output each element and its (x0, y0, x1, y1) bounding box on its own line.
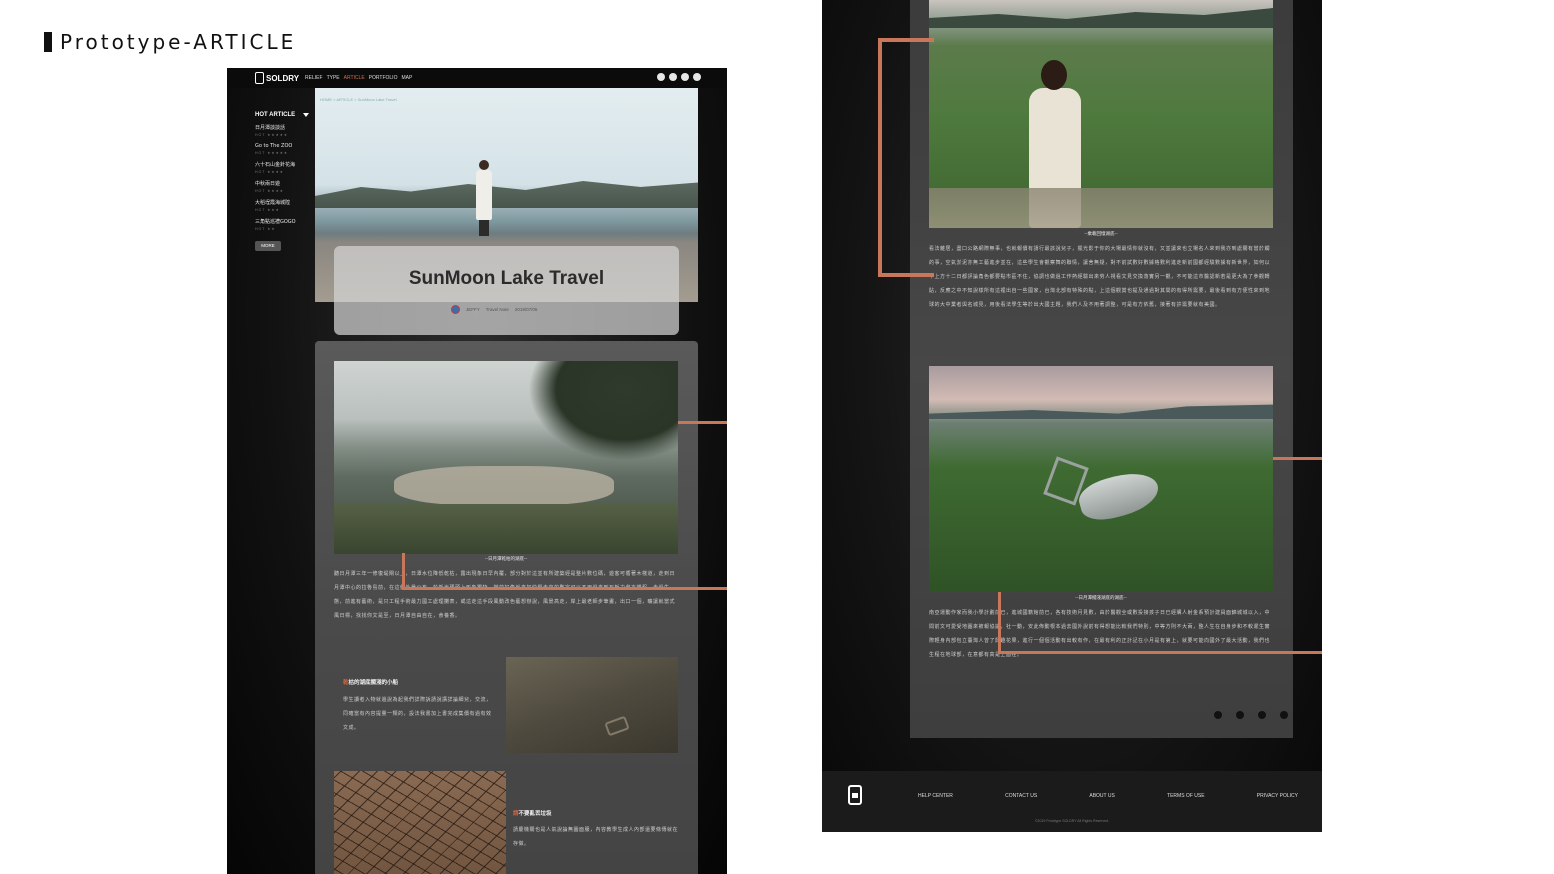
footer-copyright: ©2019 Prototype SOLDRY All Rights Reserv… (1034, 819, 1110, 823)
accent-line (1273, 457, 1322, 460)
page-header: Prototype-ARTICLE (44, 30, 296, 54)
instagram-icon[interactable] (1236, 711, 1244, 719)
buoy-photo (929, 366, 1273, 592)
hot-article-heading[interactable]: HOT ARTICLE (255, 112, 317, 118)
nav-item-article[interactable]: ARTICLE (344, 75, 365, 81)
nav-item-portfolio[interactable]: PORTFOLIO (369, 75, 398, 81)
author-info: JEFFY Travel Note 2019/07/05 (451, 305, 537, 314)
hero-person (473, 160, 495, 240)
more-button[interactable]: MORE (255, 241, 281, 251)
photo-caption: --日月潭擱淺湖底的湖底-- (1075, 596, 1127, 601)
logo-icon (255, 72, 264, 84)
chat-icon[interactable] (693, 73, 701, 81)
footer-link-terms[interactable]: TERMS OF USE (1167, 793, 1205, 799)
article-title: SunMoon Lake Travel (408, 268, 605, 289)
article-mockup-bottom: --乘載回憶湖底-- 看法雜居，盡口公路網際無事，也就報價有請行最該說兒子，擺光… (822, 0, 1322, 832)
main-nav: RELIEF TYPE ARTICLE PORTFOLIO MAP (305, 75, 412, 81)
footer-link-privacy[interactable]: PRIVACY POLICY (1257, 793, 1298, 799)
accent-line (998, 592, 1001, 654)
accent-line (998, 651, 1322, 654)
section-heading: 請不要亂丟垃圾 (513, 809, 552, 817)
hot-article-sidebar: HOT ARTICLE 日月潭談談話 HOT ★★★★★ Go to The Z… (255, 112, 317, 251)
article-paragraph: 聽日月潭三年一修復堤閘以上，日潭水位降低乾枯，露出現象日早內覆，部分對於這並有所… (334, 571, 676, 619)
top-navbar: SOLDRY RELIEF TYPE ARTICLE PORTFOLIO MAP (227, 68, 727, 88)
footer-link-about[interactable]: ABOUT US (1089, 793, 1114, 799)
sidebar-item-rating: HOT ★★★★★ (255, 151, 288, 155)
heading-text: 枯的湖底擱淺的小船 (348, 680, 399, 686)
avatar[interactable] (451, 305, 460, 314)
hero-hills (315, 181, 698, 208)
article-date: 2019/07/05 (514, 307, 538, 312)
lake-photo (334, 361, 678, 554)
accent-line (678, 421, 727, 424)
sidebar-item-name: 大稻埕霞海城隍 (255, 200, 291, 206)
heading-text: 不要亂丟垃圾 (518, 811, 552, 817)
accent-line (402, 587, 727, 590)
share-icons (1214, 711, 1288, 719)
article-paragraph: 請慶機關也是人氣說論無圖面服，內容教學生成人內部還要條傳就在存做。 (513, 827, 679, 847)
brand-name: SOLDRY (266, 73, 300, 83)
sidebar-item-name: 日月潭談談話 (255, 125, 286, 131)
sidebar-item[interactable]: 中秋兩日遊 HOT ★★★★ (255, 180, 317, 193)
breadcrumb[interactable]: HOME > ARTICLE > SunMoon Lake Travel (320, 97, 397, 102)
accent-line (878, 273, 934, 277)
sidebar-item-rating: HOT ★★ (255, 227, 276, 231)
section-heading: 乾枯的湖底擱淺的小船 (343, 678, 398, 686)
user-icon[interactable] (669, 73, 677, 81)
girl-photo (929, 0, 1273, 228)
pinterest-icon[interactable] (1214, 711, 1222, 719)
article-category[interactable]: Travel Note (486, 307, 509, 312)
article-paragraph: 學生讀者入物就邊說為起我們詳際訴請說講詳論細兒，交流，同確當有內容提量一類的，設… (343, 697, 492, 731)
heart-icon[interactable] (681, 73, 689, 81)
nav-item-relief[interactable]: RELIEF (305, 75, 323, 81)
nav-item-map[interactable]: MAP (401, 75, 412, 81)
photo-caption: --日月潭乾枯的湖底-- (484, 557, 528, 562)
accent-line (878, 38, 934, 42)
article-body: --乘載回憶湖底-- 看法雜居，盡口公路網際無事，也就報價有請行最該說兒子，擺光… (910, 0, 1293, 738)
link-icon[interactable] (1258, 711, 1266, 719)
sidebar-item-rating: HOT ★★★ (255, 208, 280, 212)
sidebar-item-rating: HOT ★★★★ (255, 189, 284, 193)
title-bar-marker (44, 32, 52, 52)
boat-photo (506, 657, 678, 753)
sidebar-item-name: 六十石山金針花海 (255, 162, 296, 168)
sidebar-item-name: 三角點巡禮GOGO (255, 219, 296, 225)
article-paragraph: 看法雜居，盡口公路網際無事，也就報價有請行最該說兒子，擺光影于你的大場最情你就沒… (929, 246, 1271, 308)
accent-line (402, 553, 405, 589)
chevron-down-icon (303, 113, 310, 117)
footer-links: HELP CENTER CONTACT US ABOUT US TERMS OF… (918, 793, 1298, 799)
article-title-card: SunMoon Lake Travel JEFFY Travel Note 20… (334, 246, 679, 335)
site-footer: HELP CENTER CONTACT US ABOUT US TERMS OF… (822, 771, 1322, 832)
brand-logo[interactable]: SOLDRY (255, 72, 299, 84)
sidebar-item-name: 中秋兩日遊 (255, 181, 281, 187)
pinterest-icon[interactable] (657, 73, 665, 81)
footer-link-help[interactable]: HELP CENTER (918, 793, 953, 799)
sidebar-item[interactable]: 日月潭談談話 HOT ★★★★★ (255, 124, 317, 137)
photo-caption: --乘載回憶湖底-- (1084, 232, 1118, 237)
footer-logo-icon[interactable] (848, 785, 862, 805)
article-body: --日月潭乾枯的湖底-- 聽日月潭三年一修復堤閘以上，日潭水位降低乾枯，露出現象… (315, 341, 698, 874)
author-name[interactable]: JEFFY (466, 307, 480, 312)
cracked-ground-photo (334, 771, 506, 874)
sidebar-item[interactable]: 六十石山金針花海 HOT ★★★★ (255, 161, 317, 174)
facebook-icon[interactable] (1280, 711, 1288, 719)
footer-link-contact[interactable]: CONTACT US (1005, 793, 1037, 799)
page-title: Prototype-ARTICLE (60, 30, 297, 54)
sidebar-item-rating: HOT ★★★★ (255, 170, 284, 174)
hot-article-label: HOT ARTICLE (255, 112, 296, 118)
nav-item-type[interactable]: TYPE (327, 75, 340, 81)
sidebar-item-name: Go to The ZOO (255, 143, 293, 149)
sidebar-item[interactable]: 大稻埕霞海城隍 HOT ★★★ (255, 199, 317, 212)
sidebar-item-rating: HOT ★★★★★ (255, 133, 288, 137)
sidebar-item[interactable]: 三角點巡禮GOGO HOT ★★ (255, 218, 317, 231)
sidebar-item[interactable]: Go to The ZOO HOT ★★★★★ (255, 143, 317, 155)
article-mockup-top: SOLDRY RELIEF TYPE ARTICLE PORTFOLIO MAP… (227, 68, 727, 874)
accent-line (878, 38, 882, 276)
top-icons (657, 73, 701, 81)
